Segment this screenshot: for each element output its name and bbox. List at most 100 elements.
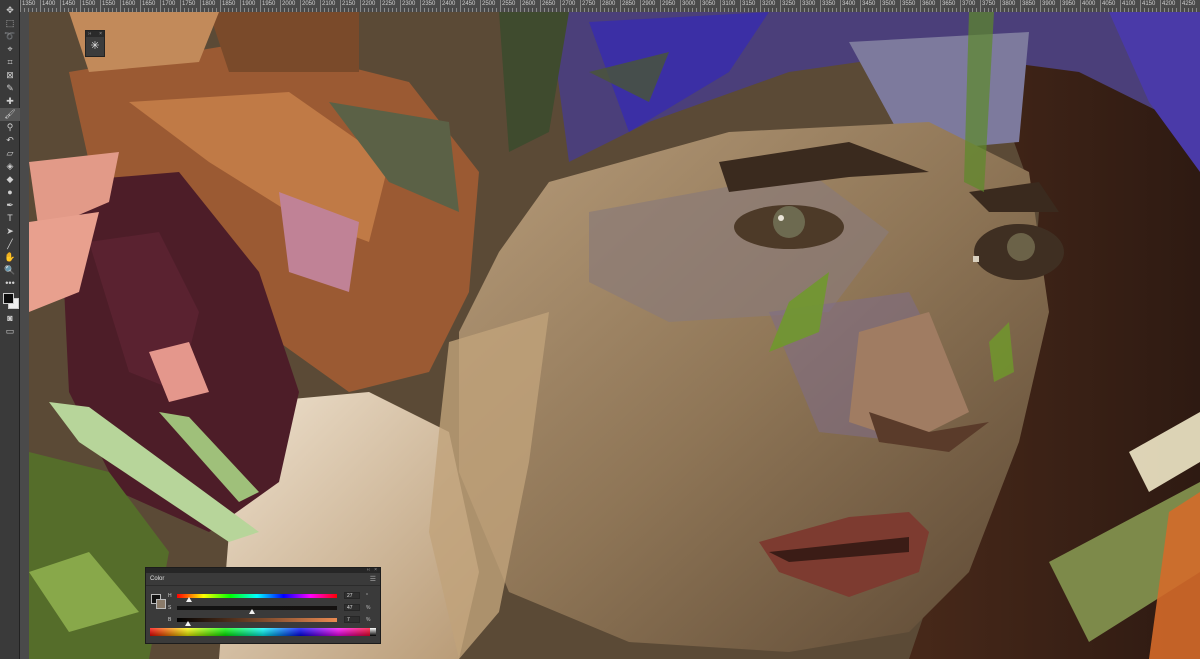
ruler-label: 4200 — [1162, 1, 1176, 7]
ruler-tick — [760, 0, 761, 12]
close-icon[interactable]: × — [374, 568, 377, 573]
ruler-label: 2850 — [622, 1, 636, 7]
slider-label: H — [168, 593, 172, 599]
ruler-tick — [680, 0, 681, 12]
ruler-label: 4100 — [1122, 1, 1136, 7]
ruler-label: 1600 — [122, 1, 136, 7]
ruler-tick — [840, 0, 841, 12]
slider-unit: ° — [366, 593, 368, 599]
ruler-label: 2150 — [342, 1, 356, 7]
slider-thumb[interactable] — [186, 597, 192, 602]
pen-tool-icon[interactable]: ✒ — [0, 199, 20, 212]
more-tools-icon[interactable]: ••• — [0, 277, 20, 290]
ruler-tick — [80, 0, 81, 12]
brush-settings-icon[interactable]: ✳ — [86, 37, 104, 55]
ruler-label: 2100 — [322, 1, 336, 7]
color-swatches[interactable] — [0, 290, 20, 312]
ruler-label: 3700 — [962, 1, 976, 7]
foreground-color-swatch[interactable] — [3, 293, 14, 304]
lasso-tool-icon[interactable]: ➰ — [0, 30, 20, 43]
slider-track[interactable] — [177, 618, 337, 622]
type-tool-icon[interactable]: T — [0, 212, 20, 225]
ruler-tick — [920, 0, 921, 12]
ruler-label: 3100 — [722, 1, 736, 7]
slider-label: S — [168, 605, 172, 611]
black-white-ramp[interactable] — [370, 628, 376, 636]
ruler-tick — [820, 0, 821, 12]
ruler-label: 2500 — [482, 1, 496, 7]
ruler-tick — [300, 0, 301, 12]
ruler-tick — [120, 0, 121, 12]
blur-tool-icon[interactable]: ◆ — [0, 173, 20, 186]
ruler-tick — [980, 0, 981, 12]
ruler-tick — [1160, 0, 1161, 12]
collapse-icon[interactable]: ‹‹ — [367, 568, 370, 573]
ruler-label: 1950 — [262, 1, 276, 7]
frame-tool-icon[interactable]: ⊠ — [0, 69, 20, 82]
ruler-label: 3000 — [682, 1, 696, 7]
ruler-tick — [320, 0, 321, 12]
ruler-tick — [960, 0, 961, 12]
screen-mode-icon[interactable]: ▭ — [0, 325, 20, 338]
painting-artwork — [29, 12, 1200, 659]
slider-unit: % — [366, 617, 371, 623]
panel-menu-icon[interactable]: ☰ — [370, 575, 376, 583]
ruler-label: 4250 — [1182, 1, 1196, 7]
quick-mask-icon[interactable]: ◙ — [0, 312, 20, 325]
ruler-label: 3300 — [802, 1, 816, 7]
zoom-tool-icon[interactable]: 🔍 — [0, 264, 20, 277]
slider-track[interactable] — [177, 594, 337, 598]
ruler-tick — [900, 0, 901, 12]
quick-select-tool-icon[interactable]: ⌖ — [0, 43, 20, 56]
slider-thumb[interactable] — [185, 621, 192, 626]
dodge-tool-icon[interactable]: ● — [0, 186, 20, 199]
background-swatch[interactable] — [156, 599, 166, 609]
clone-stamp-tool-icon[interactable]: ⚲ — [0, 121, 20, 134]
slider-value-input[interactable]: 7 — [344, 616, 360, 623]
ruler-tick — [580, 0, 581, 12]
panel-tab-bar: Color ☰ — [146, 573, 380, 586]
ruler-tick — [640, 0, 641, 12]
line-tool-icon[interactable]: ╱ — [0, 238, 20, 251]
ruler-tick — [1140, 0, 1141, 12]
ruler-label: 1850 — [222, 1, 236, 7]
ruler-tick — [660, 0, 661, 12]
brush-tool-icon[interactable]: 🖌 — [0, 108, 20, 121]
paint-bucket-tool-icon[interactable]: ◈ — [0, 160, 20, 173]
ruler-label: 2300 — [402, 1, 416, 7]
ruler-label: 1500 — [82, 1, 96, 7]
ruler-tick — [560, 0, 561, 12]
ruler-label: 1400 — [42, 1, 56, 7]
path-select-tool-icon[interactable]: ➤ — [0, 225, 20, 238]
healing-brush-tool-icon[interactable]: ✚ — [0, 95, 20, 108]
slider-row-h: H 27 ° — [168, 592, 378, 602]
crop-tool-icon[interactable]: ⌗ — [0, 56, 20, 69]
ruler-tick — [180, 0, 181, 12]
document-canvas[interactable] — [29, 12, 1200, 659]
color-spectrum-bar[interactable] — [150, 628, 376, 636]
slider-value-input[interactable]: 27 — [344, 592, 360, 599]
history-brush-tool-icon[interactable]: ↶ — [0, 134, 20, 147]
ruler-label: 3550 — [902, 1, 916, 7]
ruler-tick — [1180, 0, 1181, 12]
ruler-tick — [260, 0, 261, 12]
ruler-label: 2550 — [502, 1, 516, 7]
ruler-tick — [700, 0, 701, 12]
ruler-tick — [500, 0, 501, 12]
ruler-label: 3200 — [762, 1, 776, 7]
hand-tool-icon[interactable]: ✋ — [0, 251, 20, 264]
fg-bg-swatches[interactable] — [151, 594, 166, 609]
ruler-tick — [800, 0, 801, 12]
ruler-label: 2200 — [362, 1, 376, 7]
collapsed-panel[interactable]: ›› × ✳ — [85, 30, 105, 57]
eraser-tool-icon[interactable]: ▱ — [0, 147, 20, 160]
ruler-tick — [600, 0, 601, 12]
slider-track[interactable] — [177, 606, 337, 610]
marquee-tool-icon[interactable]: ⬚ — [0, 17, 20, 30]
ruler-tick — [380, 0, 381, 12]
eyedropper-tool-icon[interactable]: ✎ — [0, 82, 20, 95]
slider-thumb[interactable] — [249, 609, 256, 614]
tab-color[interactable]: Color — [150, 576, 164, 582]
move-tool-icon[interactable]: ✥ — [0, 4, 20, 17]
slider-value-input[interactable]: 47 — [344, 604, 360, 611]
